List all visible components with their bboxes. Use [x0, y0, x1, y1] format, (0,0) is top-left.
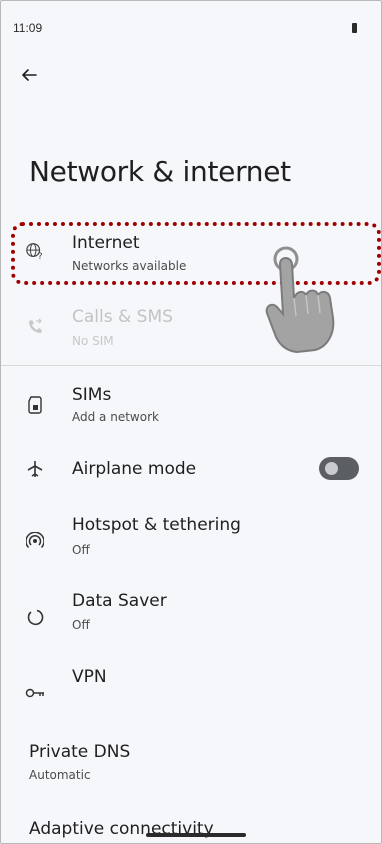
private-dns-title: Private DNS	[29, 742, 131, 762]
airplane-mode-toggle[interactable]	[319, 457, 359, 480]
data-saver-subtitle: Off	[72, 618, 90, 632]
sims-item[interactable]: SIMs Add a network	[1, 379, 381, 435]
airplane-icon	[25, 459, 45, 479]
toggle-knob	[325, 462, 338, 475]
status-bar: 11:09	[1, 1, 381, 41]
settings-screen: 11:09 Network & internet ? Internet Netw…	[0, 0, 382, 844]
calls-sms-title: Calls & SMS	[72, 307, 173, 327]
vpn-item[interactable]: VPN	[1, 665, 381, 705]
phone-forward-icon	[25, 317, 45, 337]
status-time: 11:09	[13, 21, 43, 35]
calls-sms-subtitle: No SIM	[72, 334, 114, 348]
vpn-title: VPN	[72, 667, 107, 687]
hotspot-title: Hotspot & tethering	[72, 515, 241, 535]
tap-hand-icon	[265, 246, 335, 354]
home-indicator[interactable]	[146, 833, 246, 837]
data-saver-item[interactable]: Data Saver Off	[1, 587, 381, 643]
section-divider	[1, 365, 381, 366]
sims-subtitle: Add a network	[72, 410, 159, 424]
private-dns-item[interactable]: Private DNS Automatic	[1, 739, 381, 791]
data-saver-title: Data Saver	[72, 591, 167, 611]
data-saver-icon	[25, 607, 45, 627]
back-button[interactable]	[17, 63, 41, 87]
airplane-mode-title: Airplane mode	[72, 459, 197, 479]
private-dns-subtitle: Automatic	[29, 768, 91, 782]
battery-icon	[352, 23, 357, 33]
hotspot-subtitle: Off	[72, 543, 90, 557]
sim-card-icon	[25, 395, 45, 415]
adaptive-connectivity-item[interactable]: Adaptive connectivity	[1, 813, 381, 843]
sims-title: SIMs	[72, 385, 112, 405]
hotspot-icon	[25, 531, 45, 551]
hotspot-item[interactable]: Hotspot & tethering Off	[1, 511, 381, 567]
page-title: Network & internet	[29, 155, 291, 188]
back-arrow-icon	[22, 69, 37, 81]
vpn-key-icon	[25, 683, 45, 703]
